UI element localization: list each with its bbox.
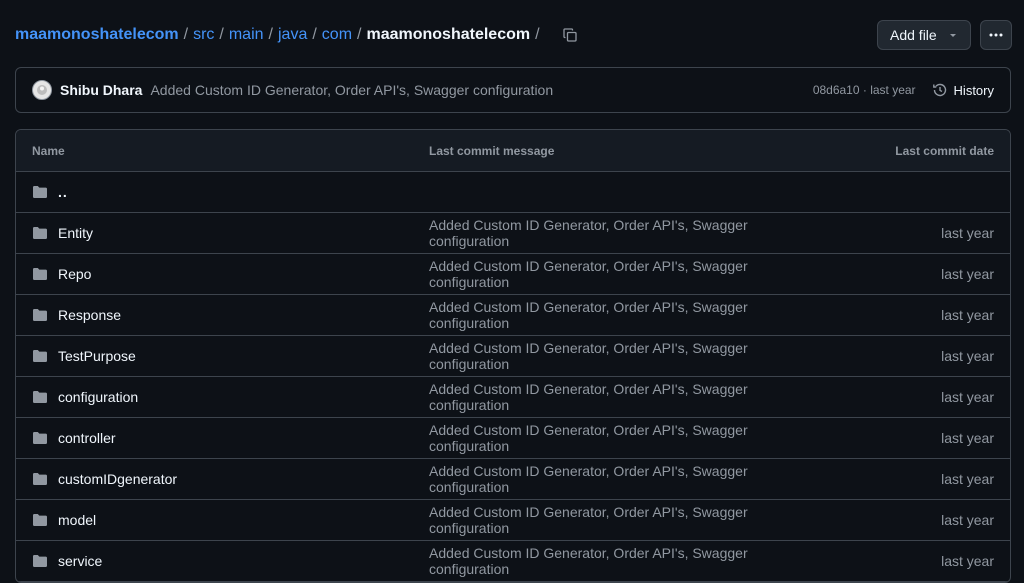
name-cell: model xyxy=(16,512,429,528)
commit-message-link[interactable]: Added Custom ID Generator, Order API's, … xyxy=(429,545,748,577)
header-name: Name xyxy=(32,143,65,158)
commit-date: last year xyxy=(941,389,994,405)
breadcrumb-main-link[interactable]: main xyxy=(229,26,264,44)
commit-message-link[interactable]: Added Custom ID Generator, Order API's, … xyxy=(429,381,748,413)
table-row[interactable]: customIDgenerator Added Custom ID Genera… xyxy=(16,459,1010,500)
folder-icon xyxy=(32,225,48,241)
table-row[interactable]: Response Added Custom ID Generator, Orde… xyxy=(16,295,1010,336)
breadcrumb-separator: / xyxy=(268,26,273,43)
parent-directory-link[interactable]: .. xyxy=(58,184,68,200)
header-last-commit-message: Last commit message xyxy=(429,143,555,158)
breadcrumb-repo-link[interactable]: maamonoshatelecom xyxy=(15,26,179,44)
folder-icon xyxy=(32,512,48,528)
commit-author-link[interactable]: Shibu Dhara xyxy=(60,82,142,98)
folder-link[interactable]: TestPurpose xyxy=(58,348,136,364)
commit-sha-link[interactable]: 08d6a10 · last year xyxy=(813,83,916,97)
table-header: Name Last commit message Last commit dat… xyxy=(16,130,1010,172)
folder-icon xyxy=(32,348,48,364)
table-row[interactable]: Repo Added Custom ID Generator, Order AP… xyxy=(16,254,1010,295)
breadcrumb-separator: / xyxy=(312,26,317,43)
kebab-horizontal-icon xyxy=(989,33,1003,37)
avatar[interactable] xyxy=(32,80,52,100)
table-row[interactable]: controller Added Custom ID Generator, Or… xyxy=(16,418,1010,459)
name-cell: controller xyxy=(16,430,429,446)
name-cell: customIDgenerator xyxy=(16,471,429,487)
folder-icon xyxy=(32,430,48,446)
folder-icon xyxy=(32,471,48,487)
breadcrumb-src-link[interactable]: src xyxy=(193,26,214,44)
folder-link[interactable]: configuration xyxy=(58,389,138,405)
history-button[interactable]: History xyxy=(932,82,994,98)
header-actions: Add file xyxy=(877,20,1012,50)
folder-icon xyxy=(32,184,48,200)
commit-meta: 08d6a10 · last year History xyxy=(813,82,994,98)
copy-path-button[interactable] xyxy=(559,24,581,46)
name-cell: TestPurpose xyxy=(16,348,429,364)
commit-message-link[interactable]: Added Custom ID Generator, Order API's, … xyxy=(429,340,748,372)
latest-commit-bar: Shibu Dhara Added Custom ID Generator, O… xyxy=(15,67,1011,113)
history-icon xyxy=(932,83,946,97)
table-row[interactable]: service Added Custom ID Generator, Order… xyxy=(16,541,1010,582)
table-row[interactable]: Entity Added Custom ID Generator, Order … xyxy=(16,213,1010,254)
commit-message-link[interactable]: Added Custom ID Generator, Order API's, … xyxy=(429,463,748,495)
folder-link[interactable]: Response xyxy=(58,307,121,323)
commit-date: last year xyxy=(941,471,994,487)
folder-link[interactable]: service xyxy=(58,553,102,569)
table-row[interactable]: configuration Added Custom ID Generator,… xyxy=(16,377,1010,418)
folder-link[interactable]: controller xyxy=(58,430,116,446)
commit-date: last year xyxy=(941,266,994,282)
parent-directory-row[interactable]: .. xyxy=(16,172,1010,213)
table-row[interactable]: model Added Custom ID Generator, Order A… xyxy=(16,500,1010,541)
breadcrumb-com-link[interactable]: com xyxy=(322,26,352,44)
commit-message-link[interactable]: Added Custom ID Generator, Order API's, … xyxy=(150,82,553,98)
breadcrumb: maamonoshatelecom / src / main / java / … xyxy=(15,26,545,44)
add-file-button[interactable]: Add file xyxy=(877,20,971,50)
folder-link[interactable]: Repo xyxy=(58,266,91,282)
commit-date: last year xyxy=(941,348,994,364)
breadcrumb-current-folder: maamonoshatelecom xyxy=(366,26,531,43)
breadcrumb-separator: / xyxy=(183,26,189,43)
name-cell: service xyxy=(16,553,429,569)
commit-date: last year xyxy=(941,430,994,446)
name-cell: Response xyxy=(16,307,429,323)
commit-message-link[interactable]: Added Custom ID Generator, Order API's, … xyxy=(429,217,748,249)
breadcrumb-separator: / xyxy=(357,26,362,43)
commit-message-link[interactable]: Added Custom ID Generator, Order API's, … xyxy=(429,258,748,290)
folder-icon xyxy=(32,266,48,282)
commit-date: last year xyxy=(941,225,994,241)
parent-directory-cell: .. xyxy=(16,184,429,200)
table-row[interactable]: TestPurpose Added Custom ID Generator, O… xyxy=(16,336,1010,377)
header-last-commit-date: Last commit date xyxy=(895,143,994,158)
more-options-button[interactable] xyxy=(980,20,1012,50)
breadcrumb-separator: / xyxy=(535,26,540,43)
name-cell: Entity xyxy=(16,225,429,241)
history-label: History xyxy=(953,82,994,98)
folder-icon xyxy=(32,307,48,323)
commit-date: last year xyxy=(941,553,994,569)
commit-message-link[interactable]: Added Custom ID Generator, Order API's, … xyxy=(429,422,748,454)
folder-link[interactable]: model xyxy=(58,512,96,528)
triangle-down-icon xyxy=(950,34,956,37)
copy-icon xyxy=(562,28,577,42)
file-table: Name Last commit message Last commit dat… xyxy=(15,129,1011,583)
breadcrumb-java-link[interactable]: java xyxy=(278,26,307,44)
commit-date: last year xyxy=(941,307,994,323)
folder-icon xyxy=(32,389,48,405)
add-file-label: Add file xyxy=(890,27,937,43)
folder-icon xyxy=(32,553,48,569)
commit-message-link[interactable]: Added Custom ID Generator, Order API's, … xyxy=(429,504,748,536)
folder-link[interactable]: Entity xyxy=(58,225,93,241)
name-cell: Repo xyxy=(16,266,429,282)
folder-link[interactable]: customIDgenerator xyxy=(58,471,177,487)
commit-message-link[interactable]: Added Custom ID Generator, Order API's, … xyxy=(429,299,748,331)
commit-date: last year xyxy=(941,512,994,528)
breadcrumb-separator: / xyxy=(219,26,224,43)
name-cell: configuration xyxy=(16,389,429,405)
user-avatar-icon xyxy=(37,85,47,95)
file-navigation-header: maamonoshatelecom / src / main / java / … xyxy=(15,19,1012,51)
